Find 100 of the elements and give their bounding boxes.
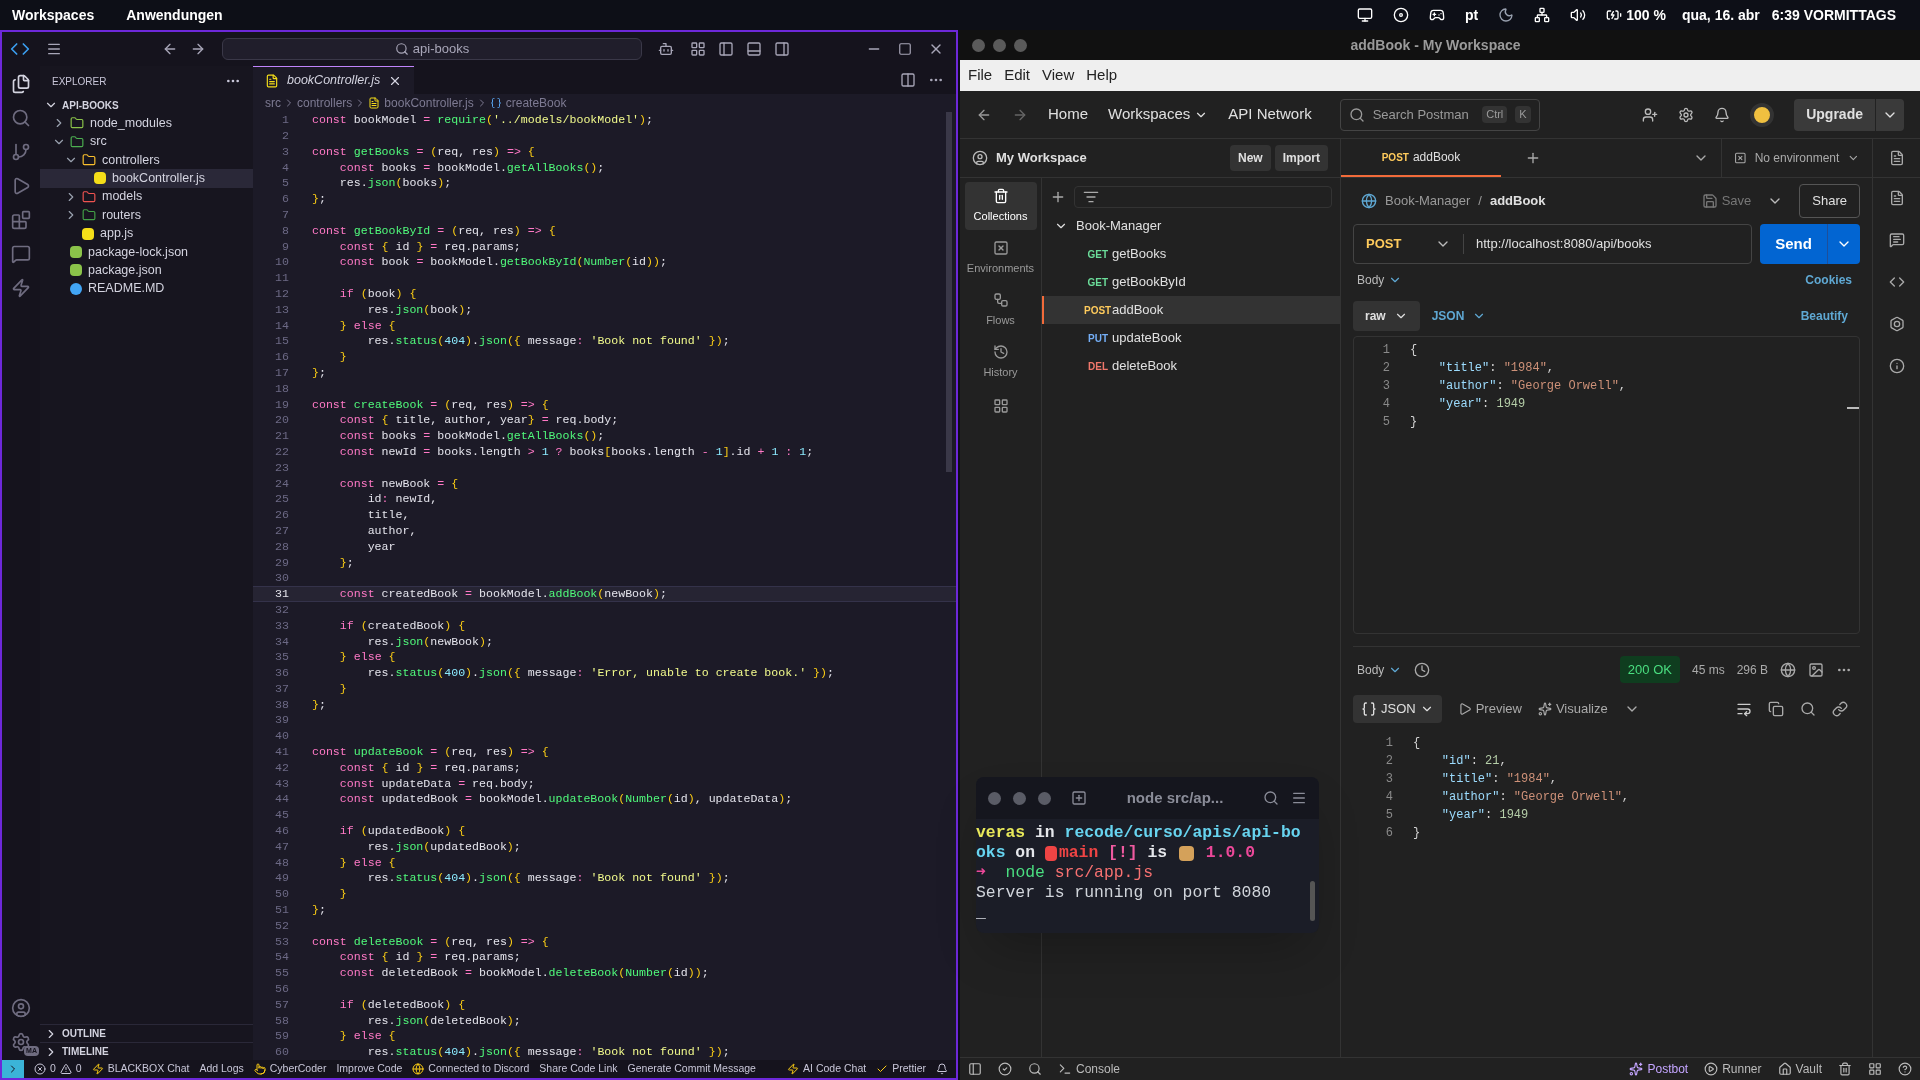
file-tree-item[interactable]: routers: [40, 205, 253, 225]
copy-icon[interactable]: [1768, 701, 1784, 717]
layout-icon[interactable]: [690, 41, 706, 57]
format-selector[interactable]: JSON: [1353, 695, 1442, 723]
visualize-tab[interactable]: Visualize: [1537, 699, 1608, 719]
status-item[interactable]: Generate Commit Message: [627, 1061, 756, 1077]
search-icon[interactable]: [11, 108, 31, 128]
comments-icon[interactable]: [1888, 232, 1905, 248]
avatar[interactable]: [1750, 102, 1775, 127]
body-tab[interactable]: Body: [1357, 271, 1403, 289]
status-item[interactable]: BLACKBOX Chat: [107, 1061, 190, 1077]
copilot-icon[interactable]: [658, 41, 674, 57]
beautify-link[interactable]: Beautify: [1800, 307, 1848, 325]
import-button[interactable]: Import: [1274, 145, 1328, 171]
status-item[interactable]: Prettier: [892, 1061, 926, 1077]
keyboard-layout[interactable]: pt: [1465, 4, 1479, 26]
code-icon[interactable]: [1888, 274, 1905, 290]
method-selector[interactable]: POST: [1354, 234, 1464, 254]
request-body-editor[interactable]: 1 { 2 "title": "1984", 3 "author": "George Orwell", 4 "year": 1949 5 }: [1353, 336, 1860, 634]
file-tree-item[interactable]: models: [40, 187, 253, 206]
notifications-icon[interactable]: [1714, 106, 1731, 123]
bolt-icon[interactable]: [11, 278, 31, 298]
file-tree-item[interactable]: README.MD: [40, 279, 253, 298]
body-mode-selector[interactable]: raw: [1353, 301, 1420, 331]
search-icon[interactable]: [1800, 701, 1816, 717]
display-icon[interactable]: [1357, 7, 1374, 23]
history-icon[interactable]: [1414, 661, 1431, 678]
toggle-secondary-sidebar-icon[interactable]: [774, 41, 790, 57]
battery-icon[interactable]: [1606, 7, 1623, 23]
info-icon[interactable]: [1888, 358, 1905, 374]
add-icon[interactable]: [1050, 189, 1066, 205]
search-field[interactable]: Search Postman Ctrl K: [1339, 98, 1540, 131]
status-item[interactable]: Vault: [1795, 1060, 1822, 1078]
notifications-icon[interactable]: [936, 1063, 948, 1075]
example-icon[interactable]: [1808, 661, 1824, 678]
search-icon[interactable]: [1028, 1062, 1042, 1076]
nav-link[interactable]: API Network: [1228, 103, 1312, 126]
status-item[interactable]: Console: [1076, 1060, 1121, 1078]
status-item[interactable]: Connected to Discord: [428, 1061, 530, 1077]
account-icon[interactable]: [11, 998, 31, 1018]
variables-icon[interactable]: [1888, 150, 1905, 166]
file-tree-item[interactable]: bookController.js: [40, 169, 253, 188]
menu-item[interactable]: Edit: [1004, 64, 1031, 87]
link-icon[interactable]: [1832, 701, 1848, 717]
upgrade-button[interactable]: Upgrade: [1794, 98, 1904, 131]
url-field[interactable]: POST http://localhost:8080/api/books: [1353, 224, 1752, 264]
file-tree-item[interactable]: app.js: [40, 224, 253, 243]
window-control[interactable]: [1014, 38, 1027, 52]
body-tab[interactable]: Body: [1357, 660, 1403, 679]
split-editor-icon[interactable]: [900, 72, 916, 88]
preview-tab[interactable]: Preview: [1457, 699, 1522, 719]
breadcrumb-item[interactable]: controllers: [297, 94, 353, 112]
layout-icon[interactable]: [1868, 1062, 1882, 1076]
breadcrumb-item[interactable]: bookController.js: [384, 94, 474, 112]
file-tree-item[interactable]: src: [40, 132, 253, 151]
new-tab-icon[interactable]: [1525, 150, 1541, 166]
menu-icon[interactable]: [46, 41, 62, 57]
wrap-icon[interactable]: [1736, 701, 1752, 717]
extensions-icon[interactable]: [11, 210, 31, 230]
editor-tab[interactable]: bookController.js: [253, 66, 415, 94]
status-item[interactable]: CyberCoder: [269, 1061, 327, 1077]
filter-field[interactable]: [1074, 186, 1332, 208]
environment-selector[interactable]: No environment: [1722, 139, 1872, 177]
trash-icon[interactable]: [1838, 1062, 1852, 1076]
forward-icon[interactable]: [190, 41, 206, 57]
date[interactable]: qua, 16. abr: [1682, 4, 1760, 26]
check-icon[interactable]: [998, 1062, 1012, 1076]
clock[interactable]: 6:39 VORMITTAGS: [1771, 4, 1896, 26]
status-item[interactable]: AI Code Chat: [803, 1061, 867, 1077]
globe-icon[interactable]: [1780, 661, 1796, 678]
help-icon[interactable]: [1898, 1062, 1912, 1076]
status-item[interactable]: Improve Code: [336, 1061, 403, 1077]
sleep-icon[interactable]: [1498, 7, 1515, 23]
status-item[interactable]: Runner: [1722, 1060, 1762, 1078]
window-control[interactable]: [993, 38, 1006, 52]
share-button[interactable]: Share: [1799, 184, 1860, 218]
cookies-link[interactable]: Cookies: [1805, 271, 1852, 289]
window-control[interactable]: [988, 791, 1001, 805]
network-icon[interactable]: [1534, 7, 1551, 23]
new-button[interactable]: New: [1229, 145, 1271, 171]
request-item[interactable]: DEL deleteBook: [1042, 352, 1340, 380]
settings-icon[interactable]: [1678, 106, 1695, 123]
sidebar-tab[interactable]: History: [964, 338, 1037, 386]
chat-icon[interactable]: [11, 244, 31, 264]
send-button[interactable]: Send: [1760, 224, 1860, 264]
top-menu[interactable]: Workspaces: [12, 4, 95, 26]
request-item[interactable]: GET getBookById: [1042, 268, 1340, 296]
new-tab-icon[interactable]: [1071, 790, 1087, 806]
menu-item[interactable]: Help: [1086, 64, 1118, 87]
top-menu[interactable]: Anwendungen: [126, 4, 223, 26]
collection-item[interactable]: Book-Manager: [1042, 212, 1340, 240]
breadcrumb-item[interactable]: createBook: [505, 94, 567, 112]
breadcrumb-item[interactable]: src: [265, 94, 281, 112]
save-button[interactable]: Save: [1701, 191, 1752, 211]
add-ons-icon[interactable]: [992, 398, 1009, 414]
window-control[interactable]: [1013, 791, 1026, 805]
menu-item[interactable]: View: [1042, 64, 1075, 87]
nav-link[interactable]: Home: [1048, 103, 1088, 126]
sidebar-tab[interactable]: Environments: [964, 234, 1037, 282]
project-header[interactable]: API-BOOKS: [40, 96, 253, 114]
